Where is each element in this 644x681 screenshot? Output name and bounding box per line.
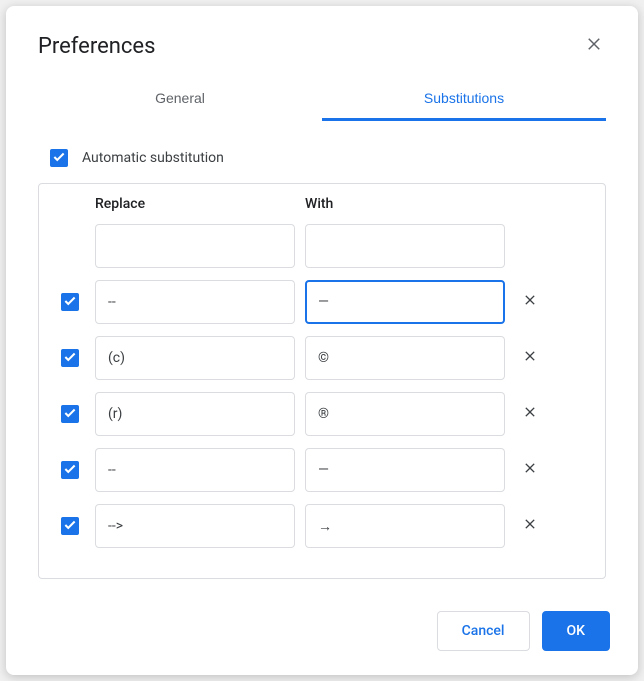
row-checkbox-container [55, 517, 85, 535]
tabs: General Substitutions [6, 78, 638, 121]
with-input[interactable] [305, 448, 505, 492]
checkmark-icon [63, 517, 77, 536]
checkmark-icon [63, 349, 77, 368]
rows-container [55, 218, 589, 554]
ok-button[interactable]: OK [542, 611, 611, 651]
delete-row-button[interactable] [515, 343, 545, 373]
table-row [55, 274, 589, 330]
close-icon [522, 459, 538, 482]
replace-input[interactable] [95, 504, 295, 548]
replace-input[interactable] [95, 392, 295, 436]
checkmark-icon [63, 405, 77, 424]
with-input[interactable] [305, 392, 505, 436]
row-checkbox-container [55, 293, 85, 311]
substitution-table: Replace With [38, 183, 606, 579]
dialog-header: Preferences [6, 6, 638, 78]
replace-input[interactable] [95, 336, 295, 380]
delete-row-button[interactable] [515, 511, 545, 541]
checkmark-icon [52, 149, 66, 168]
dialog-title: Preferences [38, 34, 155, 59]
table-row [55, 442, 589, 498]
header-with: With [305, 196, 505, 212]
checkmark-icon [63, 461, 77, 480]
row-checkbox-container [55, 405, 85, 423]
replace-input[interactable] [95, 448, 295, 492]
tab-general[interactable]: General [38, 78, 322, 121]
row-checkbox[interactable] [61, 517, 79, 535]
content-area: Automatic substitution Replace With [6, 121, 638, 591]
preferences-dialog: Preferences General Substitutions Au [6, 6, 638, 675]
with-input[interactable] [305, 224, 505, 268]
table-scroll[interactable]: Replace With [39, 184, 605, 578]
table-row [55, 386, 589, 442]
delete-row-button[interactable] [515, 455, 545, 485]
table-headers: Replace With [55, 196, 589, 218]
with-input[interactable] [305, 336, 505, 380]
with-input[interactable] [305, 280, 505, 324]
row-checkbox[interactable] [61, 461, 79, 479]
replace-input[interactable] [95, 224, 295, 268]
close-icon [522, 515, 538, 538]
auto-substitution-label: Automatic substitution [82, 150, 224, 166]
delete-row-button[interactable] [515, 287, 545, 317]
row-checkbox-container [55, 461, 85, 479]
close-icon [585, 35, 603, 58]
auto-substitution-row: Automatic substitution [38, 141, 606, 183]
delete-row-button[interactable] [515, 399, 545, 429]
header-checkbox-spacer [55, 196, 85, 212]
tab-substitutions[interactable]: Substitutions [322, 78, 606, 121]
table-row [55, 498, 589, 554]
row-checkbox[interactable] [61, 405, 79, 423]
close-icon [522, 347, 538, 370]
table-row [55, 330, 589, 386]
checkmark-icon [63, 293, 77, 312]
close-button[interactable] [578, 30, 610, 62]
header-replace: Replace [95, 196, 295, 212]
row-checkbox[interactable] [61, 349, 79, 367]
with-input[interactable] [305, 504, 505, 548]
replace-input[interactable] [95, 280, 295, 324]
dialog-footer: Cancel OK [6, 591, 638, 675]
row-checkbox[interactable] [61, 293, 79, 311]
row-checkbox-container [55, 349, 85, 367]
table-row [55, 218, 589, 274]
close-icon [522, 403, 538, 426]
cancel-button[interactable]: Cancel [437, 611, 530, 651]
auto-substitution-checkbox[interactable] [50, 149, 68, 167]
close-icon [522, 291, 538, 314]
